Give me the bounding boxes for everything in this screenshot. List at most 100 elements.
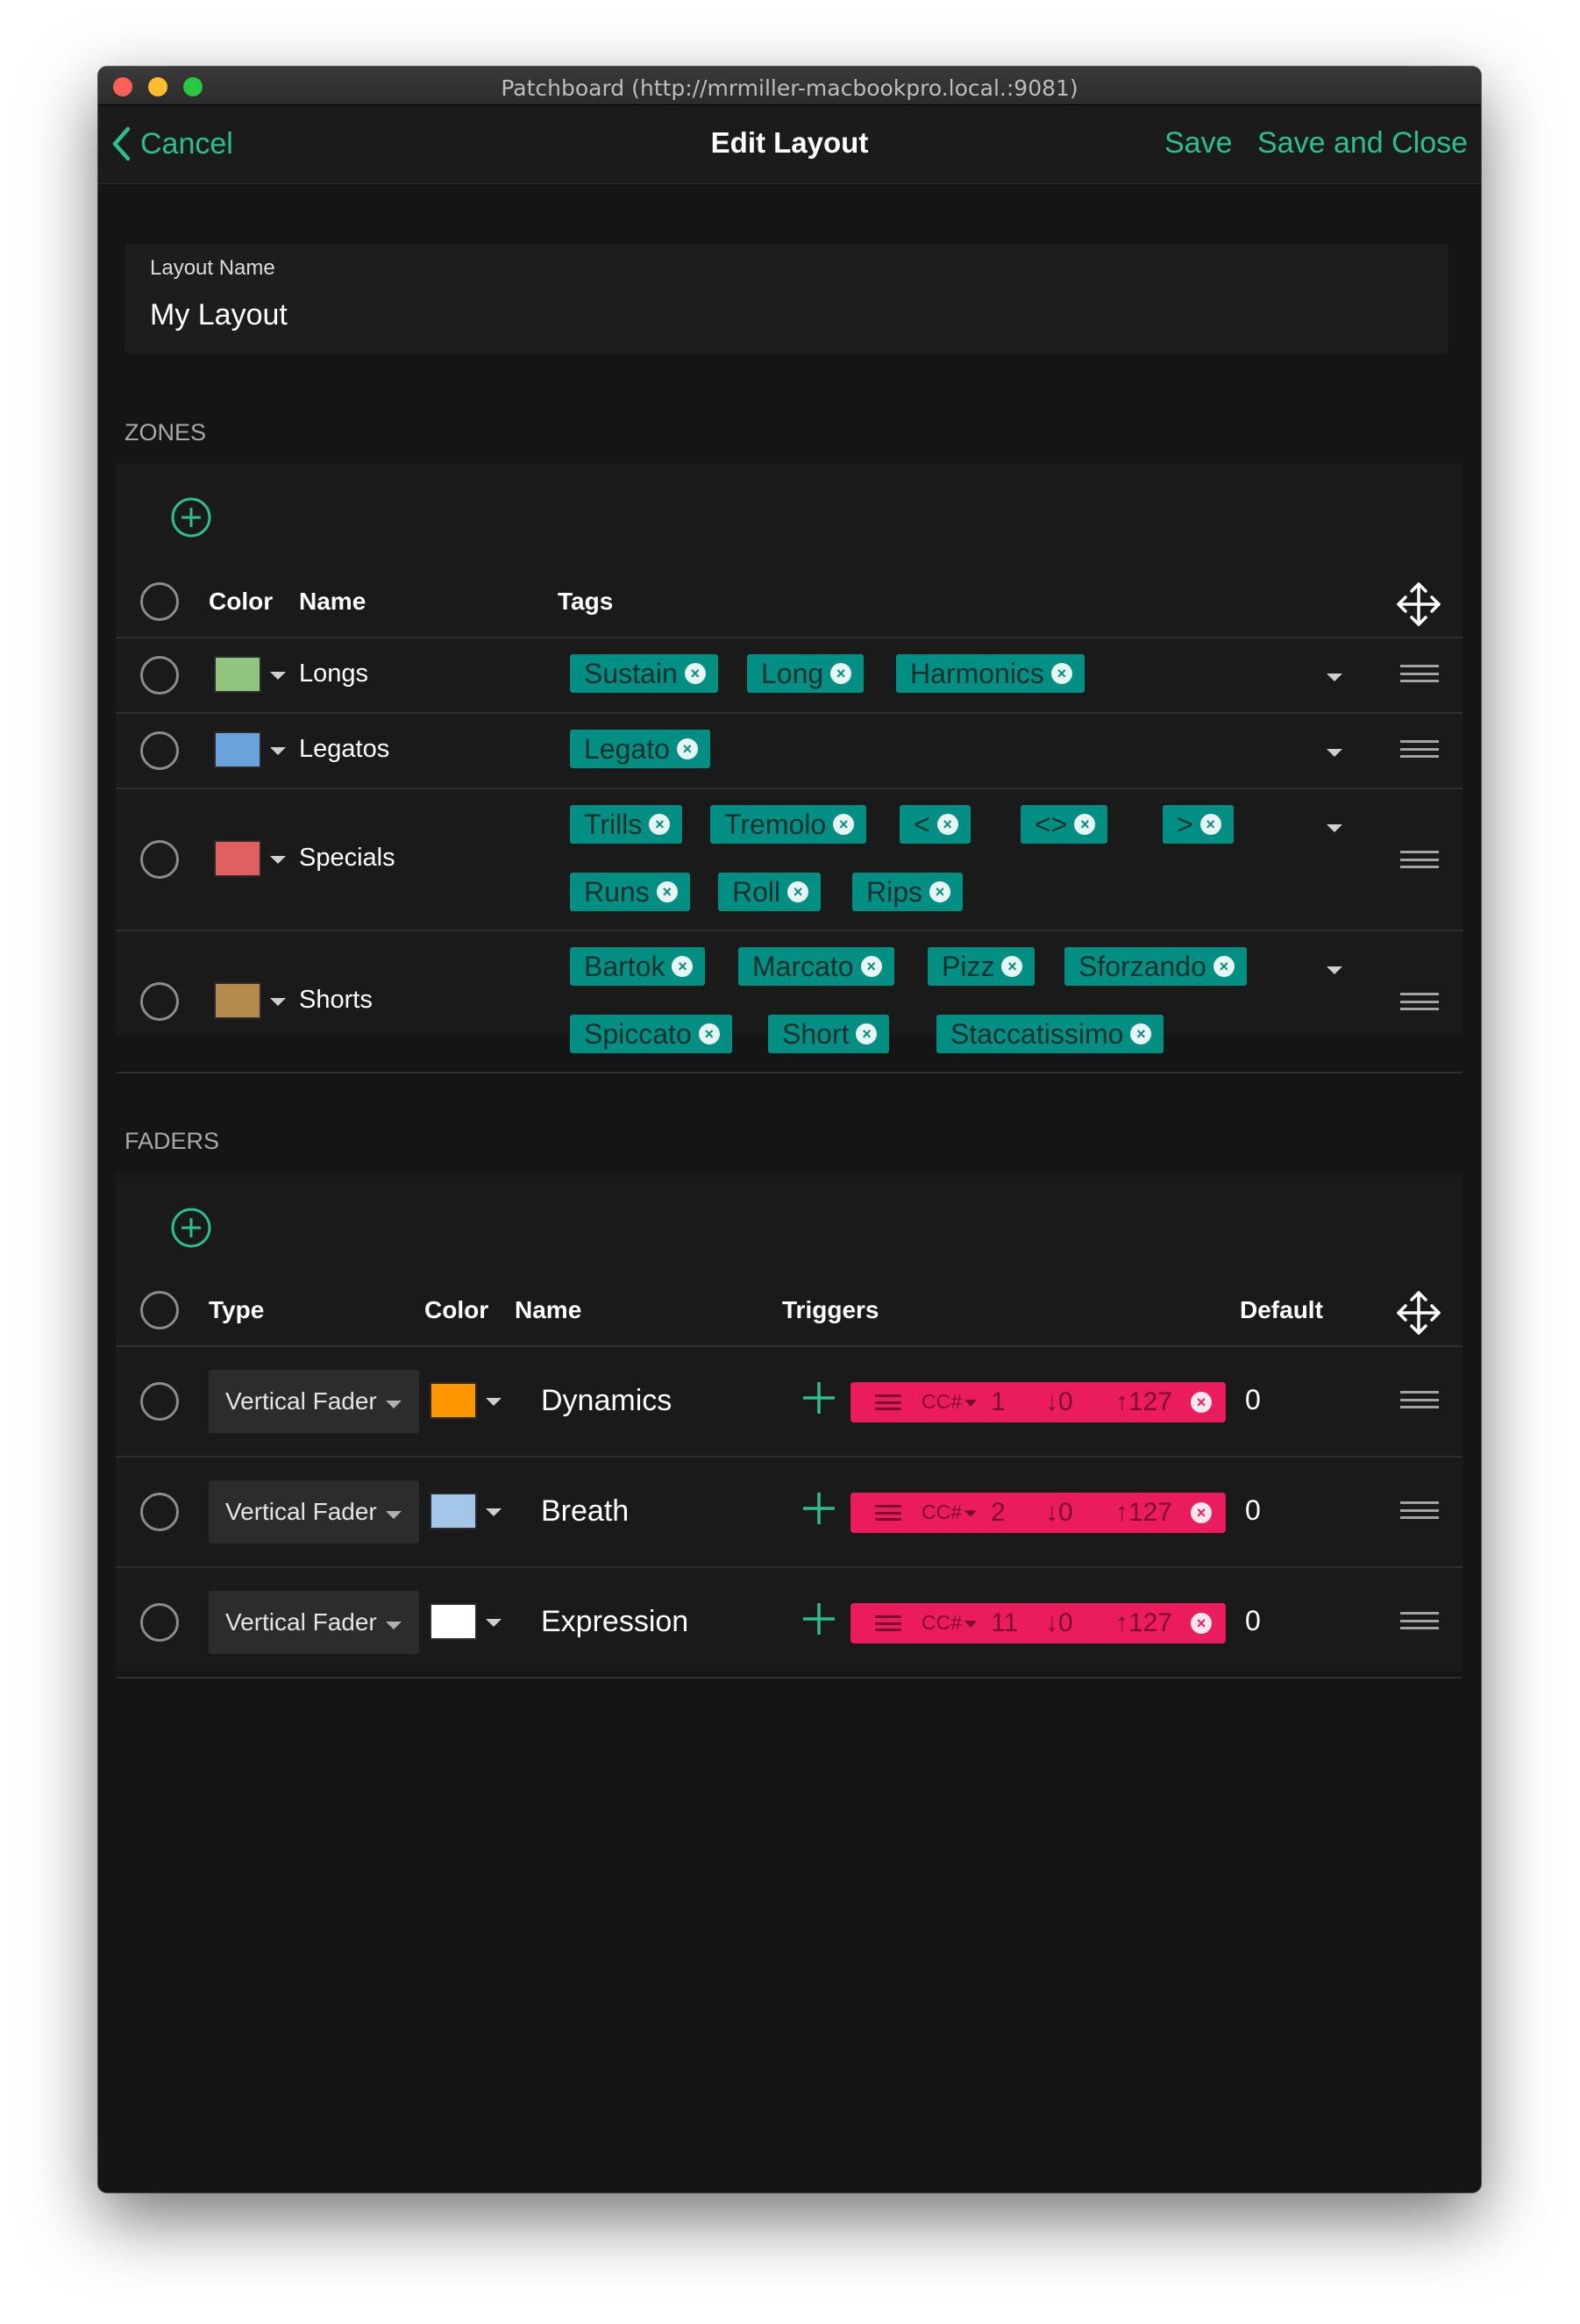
color-dropdown-icon[interactable] bbox=[486, 1619, 502, 1627]
layout-name-field[interactable]: Layout Name My Layout bbox=[125, 244, 1448, 354]
fader-type-select[interactable]: Vertical Fader bbox=[209, 1370, 419, 1433]
tags-dropdown-icon[interactable] bbox=[1327, 966, 1342, 974]
fader-row[interactable]: Vertical Fader Breath CC# 2 ↓0 ↑127 × 0 bbox=[116, 1456, 1463, 1566]
window-titlebar[interactable]: Patchboard (http://mrmiller-macbookpro.l… bbox=[98, 67, 1481, 105]
fader-row[interactable]: Vertical Fader Dynamics CC# 1 ↓0 ↑127 × … bbox=[116, 1345, 1463, 1456]
trigger-chip[interactable]: CC# 11 ↓0 ↑127 × bbox=[850, 1603, 1226, 1643]
color-dropdown-icon[interactable] bbox=[270, 998, 286, 1006]
trigger-chip[interactable]: CC# 1 ↓0 ↑127 × bbox=[850, 1382, 1226, 1422]
trigger-low[interactable]: ↓0 bbox=[1045, 1498, 1073, 1528]
trigger-chip[interactable]: CC# 2 ↓0 ↑127 × bbox=[850, 1493, 1226, 1533]
tags-dropdown-icon[interactable] bbox=[1327, 824, 1342, 832]
remove-tag-icon[interactable]: × bbox=[936, 814, 958, 835]
fader-type-select[interactable]: Vertical Fader bbox=[209, 1591, 419, 1654]
fader-default-value[interactable]: 0 bbox=[1245, 1605, 1261, 1637]
zone-select-checkbox[interactable] bbox=[140, 731, 179, 770]
cancel-button[interactable]: Cancel bbox=[110, 126, 233, 161]
save-and-close-button[interactable]: Save and Close bbox=[1257, 126, 1468, 160]
fader-select-checkbox[interactable] bbox=[140, 1493, 179, 1531]
remove-tag-icon[interactable]: × bbox=[1050, 663, 1072, 684]
color-dropdown-icon[interactable] bbox=[270, 672, 286, 680]
select-all-faders-checkbox[interactable] bbox=[140, 1291, 179, 1330]
remove-tag-icon[interactable]: × bbox=[1001, 956, 1023, 977]
zone-color-swatch[interactable] bbox=[214, 840, 261, 877]
add-zone-button[interactable] bbox=[170, 496, 212, 538]
drag-handle-icon[interactable] bbox=[1400, 993, 1439, 1010]
remove-trigger-icon[interactable]: × bbox=[1191, 1502, 1212, 1523]
remove-tag-icon[interactable]: × bbox=[856, 1023, 878, 1044]
tags-dropdown-icon[interactable] bbox=[1327, 749, 1342, 757]
menu-icon[interactable] bbox=[875, 1505, 901, 1521]
trigger-kind[interactable]: CC# bbox=[922, 1611, 962, 1635]
add-fader-button[interactable] bbox=[170, 1207, 212, 1249]
layout-name-input[interactable]: My Layout bbox=[150, 298, 288, 332]
remove-tag-icon[interactable]: × bbox=[672, 956, 694, 977]
remove-tag-icon[interactable]: × bbox=[787, 881, 809, 902]
remove-tag-icon[interactable]: × bbox=[929, 881, 951, 902]
zone-select-checkbox[interactable] bbox=[140, 656, 179, 695]
remove-tag-icon[interactable]: × bbox=[860, 956, 882, 977]
remove-trigger-icon[interactable]: × bbox=[1191, 1613, 1212, 1634]
zone-select-checkbox[interactable] bbox=[140, 982, 179, 1021]
zone-color-swatch[interactable] bbox=[214, 731, 261, 768]
zone-select-checkbox[interactable] bbox=[140, 840, 179, 879]
drag-handle-icon[interactable] bbox=[1400, 1612, 1439, 1629]
chevron-down-icon[interactable] bbox=[964, 1510, 977, 1517]
fader-default-value[interactable]: 0 bbox=[1245, 1494, 1261, 1527]
zone-row[interactable]: Legatos Legato × bbox=[116, 712, 1463, 788]
drag-handle-icon[interactable] bbox=[1400, 740, 1439, 758]
drag-handle-icon[interactable] bbox=[1400, 1501, 1439, 1519]
trigger-low[interactable]: ↓0 bbox=[1045, 1387, 1073, 1417]
add-trigger-button[interactable] bbox=[801, 1601, 836, 1636]
trigger-high[interactable]: ↑127 bbox=[1115, 1608, 1172, 1638]
chevron-down-icon[interactable] bbox=[964, 1400, 977, 1407]
remove-tag-icon[interactable]: × bbox=[676, 738, 698, 759]
add-trigger-button[interactable] bbox=[801, 1380, 836, 1415]
select-all-zones-checkbox[interactable] bbox=[140, 582, 179, 621]
trigger-number[interactable]: 1 bbox=[991, 1387, 1006, 1417]
fader-select-checkbox[interactable] bbox=[140, 1603, 179, 1642]
remove-tag-icon[interactable]: × bbox=[1199, 814, 1221, 835]
zone-color-swatch[interactable] bbox=[214, 982, 261, 1019]
remove-tag-icon[interactable]: × bbox=[649, 814, 671, 835]
color-dropdown-icon[interactable] bbox=[486, 1398, 502, 1406]
trigger-kind[interactable]: CC# bbox=[922, 1390, 962, 1414]
drag-handle-icon[interactable] bbox=[1400, 851, 1439, 868]
drag-handle-icon[interactable] bbox=[1400, 1391, 1439, 1408]
trigger-number[interactable]: 2 bbox=[991, 1498, 1006, 1528]
move-icon[interactable] bbox=[1395, 1289, 1442, 1337]
zone-row[interactable]: Shorts Bartok × Marcato × Pizz × Sforzando ×… bbox=[116, 930, 1463, 1072]
fader-default-value[interactable]: 0 bbox=[1245, 1384, 1261, 1416]
fader-color-swatch[interactable] bbox=[430, 1493, 477, 1529]
zone-color-swatch[interactable] bbox=[214, 656, 261, 693]
trigger-kind[interactable]: CC# bbox=[922, 1501, 962, 1524]
zone-row[interactable]: Specials Trills × Tremolo × < × <> × > × Runs… bbox=[116, 788, 1463, 930]
fader-type-select[interactable]: Vertical Fader bbox=[209, 1480, 419, 1543]
fader-color-swatch[interactable] bbox=[430, 1603, 477, 1640]
remove-tag-icon[interactable]: × bbox=[698, 1023, 720, 1044]
add-trigger-button[interactable] bbox=[801, 1491, 836, 1526]
trigger-high[interactable]: ↑127 bbox=[1115, 1498, 1172, 1528]
fader-select-checkbox[interactable] bbox=[140, 1382, 179, 1421]
remove-tag-icon[interactable]: × bbox=[833, 814, 855, 835]
remove-tag-icon[interactable]: × bbox=[1130, 1023, 1152, 1044]
fader-color-swatch[interactable] bbox=[430, 1382, 477, 1419]
color-dropdown-icon[interactable] bbox=[270, 856, 286, 864]
color-dropdown-icon[interactable] bbox=[486, 1508, 502, 1516]
menu-icon[interactable] bbox=[875, 1615, 901, 1631]
trigger-high[interactable]: ↑127 bbox=[1115, 1387, 1172, 1417]
chevron-down-icon[interactable] bbox=[964, 1621, 977, 1628]
move-icon[interactable] bbox=[1395, 581, 1442, 628]
color-dropdown-icon[interactable] bbox=[270, 747, 286, 755]
trigger-number[interactable]: 11 bbox=[991, 1608, 1018, 1638]
zone-row[interactable]: Longs Sustain × Long × Harmonics × bbox=[116, 637, 1463, 712]
remove-tag-icon[interactable]: × bbox=[1213, 956, 1235, 977]
trigger-low[interactable]: ↓0 bbox=[1045, 1608, 1073, 1638]
fader-row[interactable]: Vertical Fader Expression CC# 11 ↓0 ↑127… bbox=[116, 1566, 1463, 1677]
drag-handle-icon[interactable] bbox=[1400, 665, 1439, 682]
menu-icon[interactable] bbox=[875, 1394, 901, 1410]
remove-tag-icon[interactable]: × bbox=[1074, 814, 1096, 835]
remove-trigger-icon[interactable]: × bbox=[1191, 1392, 1212, 1413]
remove-tag-icon[interactable]: × bbox=[684, 663, 706, 684]
save-button[interactable]: Save bbox=[1164, 126, 1233, 160]
